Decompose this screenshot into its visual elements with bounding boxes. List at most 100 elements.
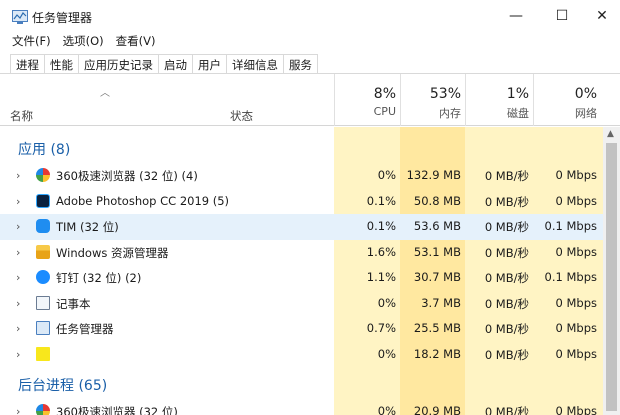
column-disk[interactable]: 1% 磁盘 bbox=[466, 74, 529, 121]
scroll-up-icon[interactable]: ▲ bbox=[607, 129, 614, 139]
task-manager-icon bbox=[36, 321, 50, 335]
process-name: Adobe Photoshop CC 2019 (5) bbox=[56, 193, 230, 208]
network-value: 0.1 Mbps bbox=[544, 219, 597, 233]
cpu-value: 0.1% bbox=[366, 219, 396, 233]
sticky-notes-icon bbox=[36, 346, 50, 361]
expand-chevron-icon[interactable]: › bbox=[16, 169, 20, 182]
tab-app-history[interactable]: 应用历史记录 bbox=[79, 54, 159, 74]
expand-chevron-icon[interactable]: › bbox=[16, 220, 20, 233]
process-row[interactable]: › 任务管理器 0.7% 25.5 MB 0 MB/秒 0 Mbps bbox=[0, 316, 603, 342]
group-header-background[interactable]: 后台进程 (65) bbox=[0, 367, 603, 399]
column-memory[interactable]: 53% 内存 bbox=[401, 74, 461, 121]
column-cpu[interactable]: 8% CPU bbox=[334, 74, 396, 118]
column-status[interactable]: 状态 bbox=[230, 108, 253, 124]
title-bar: 任务管理器 — ☐ ✕ bbox=[0, 0, 620, 32]
memory-value: 50.8 MB bbox=[413, 193, 461, 208]
memory-value: 25.5 MB bbox=[413, 321, 461, 335]
process-name: 钉钉 (32 位) (2) bbox=[56, 271, 142, 285]
cpu-value: 0% bbox=[377, 404, 396, 415]
browser-360-icon bbox=[36, 168, 50, 182]
process-name: Windows 资源管理器 bbox=[56, 245, 169, 260]
tab-performance[interactable]: 性能 bbox=[45, 54, 79, 74]
process-row[interactable]: › 钉钉 (32 位) (2) 1.1% 30.7 MB 0 MB/秒 0.1 Mbps bbox=[0, 265, 603, 291]
expand-chevron-icon[interactable]: › bbox=[16, 348, 20, 361]
network-percent: 0% bbox=[574, 86, 597, 102]
process-name: 360极速浏览器 (32 位) (4) bbox=[56, 169, 198, 183]
cpu-value: 0% bbox=[377, 295, 396, 310]
notepad-icon bbox=[36, 295, 50, 310]
expand-chevron-icon[interactable]: › bbox=[16, 246, 20, 259]
tab-processes[interactable]: 进程 bbox=[10, 54, 45, 74]
menu-options[interactable]: 选项(O) bbox=[57, 31, 110, 51]
browser-360-icon bbox=[36, 404, 50, 415]
folder-icon bbox=[36, 244, 50, 259]
cpu-value: 0% bbox=[377, 168, 396, 182]
expand-chevron-icon[interactable]: › bbox=[16, 195, 20, 208]
column-header: ︿ 名称 状态 8% CPU 53% 内存 1% 磁盘 0% 网络 bbox=[0, 74, 620, 126]
network-value: 0 Mbps bbox=[555, 244, 598, 259]
process-row[interactable]: › Adobe Photoshop CC 2019 (5) 0.1% 50.8 MB 0… bbox=[0, 189, 603, 215]
memory-value: 18.2 MB bbox=[413, 346, 461, 361]
column-network[interactable]: 0% 网络 bbox=[534, 74, 597, 121]
memory-value: 30.7 MB bbox=[413, 270, 461, 284]
menu-file[interactable]: 文件(F) bbox=[6, 31, 57, 51]
disk-value: 0 MB/秒 bbox=[484, 271, 529, 285]
process-row[interactable]: › 0% 18.2 MB 0 MB/秒 0 Mbps bbox=[0, 342, 603, 368]
network-value: 0 Mbps bbox=[555, 168, 598, 182]
process-row[interactable]: › TIM (32 位) 0.1% 53.6 MB 0 MB/秒 0.1 Mbps bbox=[0, 214, 603, 240]
task-manager-app-icon bbox=[12, 10, 28, 24]
window-title: 任务管理器 bbox=[32, 11, 93, 25]
expand-chevron-icon[interactable]: › bbox=[16, 297, 20, 310]
menu-bar: 文件(F) 选项(O) 查看(V) bbox=[6, 31, 161, 51]
disk-percent: 1% bbox=[506, 86, 529, 102]
process-row[interactable]: › 记事本 0% 3.7 MB 0 MB/秒 0 Mbps bbox=[0, 291, 603, 317]
process-row[interactable]: › 360极速浏览器 (32 位) 0% 20.9 MB 0 MB/秒 0 Mbps bbox=[0, 399, 603, 415]
expand-chevron-icon[interactable]: › bbox=[16, 271, 20, 284]
disk-value: 0 MB/秒 bbox=[484, 245, 529, 260]
process-name: 任务管理器 bbox=[56, 322, 114, 336]
menu-view[interactable]: 查看(V) bbox=[110, 31, 162, 51]
disk-value: 0 MB/秒 bbox=[484, 322, 529, 336]
minimize-button[interactable]: — bbox=[494, 0, 538, 32]
network-label: 网络 bbox=[575, 107, 597, 120]
memory-percent: 53% bbox=[429, 86, 461, 102]
expand-chevron-icon[interactable]: › bbox=[16, 405, 20, 415]
cpu-label: CPU bbox=[373, 105, 396, 118]
network-value: 0 Mbps bbox=[555, 346, 598, 361]
cpu-value: 1.1% bbox=[366, 270, 396, 284]
column-name[interactable]: 名称 bbox=[10, 108, 33, 124]
disk-value: 0 MB/秒 bbox=[484, 296, 529, 311]
cpu-value: 0.1% bbox=[366, 193, 396, 208]
tab-startup[interactable]: 启动 bbox=[159, 54, 193, 74]
memory-value: 3.7 MB bbox=[421, 295, 461, 310]
disk-value: 0 MB/秒 bbox=[484, 220, 529, 234]
disk-value: 0 MB/秒 bbox=[484, 194, 529, 209]
maximize-button[interactable]: ☐ bbox=[540, 0, 584, 32]
network-value: 0.1 Mbps bbox=[544, 270, 597, 284]
disk-label: 磁盘 bbox=[507, 107, 529, 120]
group-header-apps[interactable]: 应用 (8) bbox=[0, 127, 603, 163]
tab-users[interactable]: 用户 bbox=[193, 54, 227, 74]
process-row[interactable]: › 360极速浏览器 (32 位) (4) 0% 132.9 MB 0 MB/秒 0 Mb… bbox=[0, 163, 603, 189]
disk-value: 0 MB/秒 bbox=[484, 405, 529, 415]
network-value: 0 Mbps bbox=[555, 193, 598, 208]
cpu-value: 0% bbox=[377, 346, 396, 361]
expand-chevron-icon[interactable]: › bbox=[16, 322, 20, 335]
process-row[interactable]: › Windows 资源管理器 1.6% 53.1 MB 0 MB/秒 0 Mbps bbox=[0, 240, 603, 266]
tab-strip: 进程 性能 应用历史记录 启动 用户 详细信息 服务 bbox=[10, 54, 318, 74]
group-title-background: 后台进程 (65) bbox=[18, 378, 108, 394]
close-button[interactable]: ✕ bbox=[580, 0, 620, 32]
cpu-value: 0.7% bbox=[366, 321, 396, 335]
process-name: TIM (32 位) bbox=[56, 220, 119, 234]
vertical-scrollbar[interactable]: ▲ bbox=[603, 127, 620, 415]
disk-value: 0 MB/秒 bbox=[484, 347, 529, 362]
process-name: 360极速浏览器 (32 位) bbox=[56, 405, 178, 415]
tab-services[interactable]: 服务 bbox=[284, 54, 318, 74]
tab-details[interactable]: 详细信息 bbox=[227, 54, 284, 74]
cpu-percent: 8% bbox=[373, 86, 396, 102]
scrollbar-thumb[interactable] bbox=[606, 143, 617, 411]
process-list: 应用 (8) › 360极速浏览器 (32 位) (4) 0% 132.9 MB 0 M… bbox=[0, 127, 603, 415]
memory-value: 132.9 MB bbox=[406, 168, 461, 182]
memory-label: 内存 bbox=[439, 107, 461, 120]
sort-up-icon[interactable]: ︿ bbox=[100, 84, 110, 99]
